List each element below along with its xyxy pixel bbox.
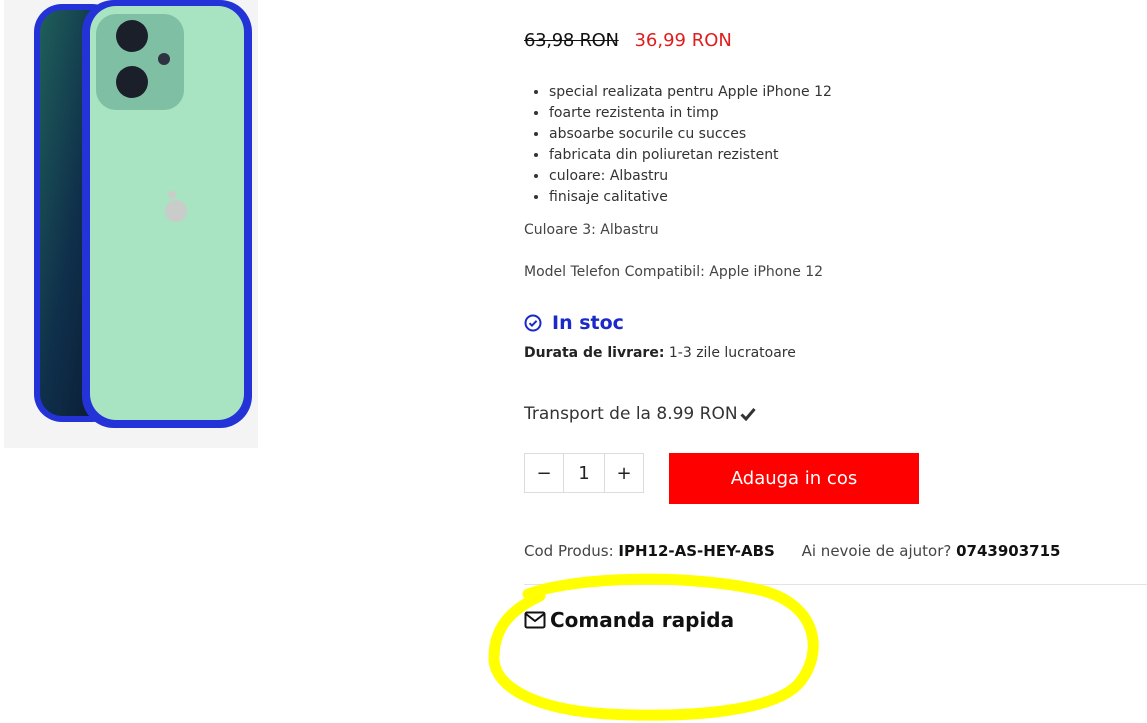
transport-info: Transport de la 8.99 RON — [524, 404, 756, 424]
divider — [524, 584, 1147, 585]
delivery-label: Durata de livrare: — [524, 345, 665, 361]
model-property: Model Telefon Compatibil: Apple iPhone 1… — [524, 264, 824, 280]
add-to-cart-button[interactable]: Adauga in cos — [669, 453, 919, 504]
highlight-annotation — [488, 573, 819, 721]
stock-status: In stoc — [524, 312, 624, 334]
envelope-icon — [524, 611, 546, 629]
feature-item: foarte rezistenta in timp — [549, 103, 832, 124]
quantity-increase-button[interactable]: + — [605, 454, 643, 492]
old-price: 63,98 RON — [524, 30, 619, 51]
price-row: 63,98 RON 36,99 RON — [524, 30, 732, 51]
delivery-value: 1-3 zile lucratoare — [668, 345, 796, 361]
stock-label: In stoc — [552, 312, 624, 334]
product-image[interactable] — [4, 0, 258, 448]
quick-order-label: Comanda rapida — [550, 608, 735, 632]
quick-order-button[interactable]: Comanda rapida — [524, 608, 734, 632]
feature-item: special realizata pentru Apple iPhone 12 — [549, 82, 832, 103]
feature-item: culoare: Albastru — [549, 166, 832, 187]
color-property: Culoare 3: Albastru — [524, 222, 659, 238]
product-code-label: Cod Produs: — [524, 542, 614, 560]
quantity-decrease-button[interactable]: − — [525, 454, 563, 492]
transport-label: Transport de la 8.99 RON — [524, 404, 738, 424]
delivery-info: Durata de livrare: 1-3 zile lucratoare — [524, 345, 796, 361]
feature-item: finisaje calitative — [549, 187, 832, 208]
phone-case-image — [4, 0, 258, 448]
feature-list: special realizata pentru Apple iPhone 12… — [524, 82, 832, 208]
check-circle-icon — [524, 314, 542, 332]
product-code-value: IPH12-AS-HEY-ABS — [618, 542, 775, 560]
checkmark-icon — [739, 408, 756, 421]
quantity-stepper: − 1 + — [524, 453, 644, 493]
current-price: 36,99 RON — [634, 30, 732, 51]
product-meta: Cod Produs: IPH12-AS-HEY-ABS Ai nevoie d… — [524, 542, 1061, 560]
feature-item: absoarbe socurile cu succes — [549, 124, 832, 145]
feature-item: fabricata din poliuretan rezistent — [549, 145, 832, 166]
help-phone[interactable]: 0743903715 — [956, 542, 1060, 560]
help-label: Ai nevoie de ajutor? — [801, 542, 952, 560]
quantity-input[interactable]: 1 — [563, 454, 605, 492]
